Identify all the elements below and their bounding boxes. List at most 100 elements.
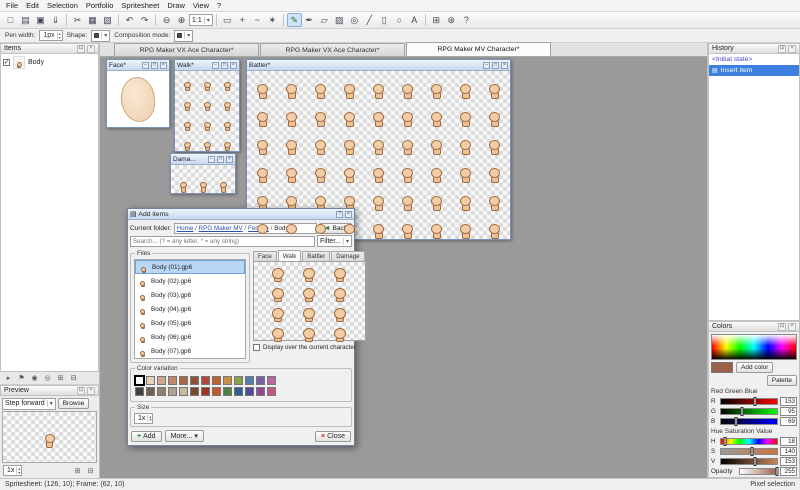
spinner-arrows-icon[interactable]: ▴▾: [16, 467, 20, 474]
history-float-icon[interactable]: ⊡: [778, 45, 786, 53]
menu-item-spritesheet[interactable]: Spritesheet: [117, 1, 163, 10]
close-icon[interactable]: ×: [501, 62, 508, 69]
maximize-icon[interactable]: □: [217, 156, 224, 163]
dialog-close-icon[interactable]: ×: [345, 211, 352, 218]
file-list-item[interactable]: Body (07).gp6: [135, 344, 245, 358]
grid-small-icon[interactable]: ⊞: [55, 373, 66, 384]
colors-close-icon[interactable]: ×: [788, 323, 796, 331]
copy-icon[interactable]: ▦: [85, 13, 100, 27]
checkbox-icon[interactable]: ✓: [3, 59, 10, 66]
menu-item-selection[interactable]: Selection: [43, 1, 82, 10]
zoom-select[interactable]: 1:1▾: [189, 14, 213, 26]
color-variation-swatch[interactable]: [201, 376, 210, 385]
shape-select[interactable]: ▾: [91, 30, 110, 42]
text-icon[interactable]: A: [407, 13, 422, 27]
color-variation-swatch[interactable]: [256, 376, 265, 385]
select-rect-icon[interactable]: ▭: [220, 13, 235, 27]
cut-icon[interactable]: ✂: [70, 13, 85, 27]
export-icon[interactable]: ⇓: [48, 13, 63, 27]
color-variation-swatch[interactable]: [267, 376, 276, 385]
grid-icon[interactable]: ⊞: [429, 13, 444, 27]
preview-tab-walk[interactable]: Walk: [278, 250, 302, 261]
filter-select[interactable]: Filter...▾: [317, 235, 352, 247]
preview-tab-face[interactable]: Face: [253, 251, 277, 261]
slider-handle[interactable]: [753, 397, 756, 406]
pencil-icon[interactable]: ✎: [287, 13, 302, 27]
color-variation-swatch[interactable]: [223, 387, 232, 396]
breadcrumb-segment-0[interactable]: Home: [177, 225, 194, 232]
menu-item-edit[interactable]: Edit: [22, 1, 43, 10]
preview-fit-icon[interactable]: ⊟: [85, 465, 96, 476]
items-list-item[interactable]: ✓Body: [1, 54, 98, 71]
more-button[interactable]: More...▾: [165, 430, 204, 442]
add-button[interactable]: +Add: [131, 431, 162, 442]
damage-spritesheet[interactable]: [171, 165, 235, 193]
undo-icon[interactable]: ↶: [122, 13, 137, 27]
color-variation-swatch[interactable]: [157, 376, 166, 385]
color-variation-swatch[interactable]: [179, 376, 188, 385]
slider-track-o[interactable]: [739, 468, 778, 475]
color-variation-swatch[interactable]: [234, 387, 243, 396]
current-color-swatch[interactable]: [711, 362, 733, 373]
close-icon[interactable]: ×: [226, 156, 233, 163]
color-variation-swatch[interactable]: [201, 387, 210, 396]
slider-handle[interactable]: [735, 417, 738, 426]
file-list-item[interactable]: Body (02).gp6: [135, 274, 245, 288]
size-spinner[interactable]: 1x ▴▾: [134, 413, 153, 424]
lasso-icon[interactable]: ~: [250, 13, 265, 27]
file-list-item[interactable]: Body (05).gp6: [135, 316, 245, 330]
help-icon[interactable]: ?: [459, 13, 474, 27]
items-float-icon[interactable]: ⊡: [77, 45, 85, 53]
eraser-icon[interactable]: ▱: [317, 13, 332, 27]
minimize-icon[interactable]: –: [212, 62, 219, 69]
color-variation-swatch[interactable]: [190, 387, 199, 396]
magic-wand-icon[interactable]: ✶: [265, 13, 280, 27]
spinner-arrows-icon[interactable]: ▴▾: [147, 415, 151, 422]
dialog-help-icon[interactable]: ?: [336, 211, 343, 218]
dialog-titlebar[interactable]: ▤ Add items ? ×: [128, 209, 354, 220]
menu-item-help[interactable]: ?: [213, 1, 225, 10]
preview-close-icon[interactable]: ×: [87, 387, 95, 395]
color-variation-swatch[interactable]: [146, 387, 155, 396]
breadcrumb-segment-1[interactable]: RPG Maker MV: [199, 225, 243, 232]
fill-icon[interactable]: ▨: [332, 13, 347, 27]
close-icon[interactable]: ×: [160, 62, 167, 69]
slider-track-s[interactable]: [720, 448, 778, 455]
slider-track-v[interactable]: [720, 458, 778, 465]
zoom-in-icon[interactable]: ⊕: [174, 13, 189, 27]
document-tab-0[interactable]: RPG Maker VX Ace Character*: [114, 43, 259, 56]
rectangle-icon[interactable]: ▯: [377, 13, 392, 27]
settings-icon[interactable]: ⊛: [444, 13, 459, 27]
file-list-item[interactable]: Body (03).gp6: [135, 288, 245, 302]
step-forward-select[interactable]: Step forward▾: [2, 398, 56, 410]
move-icon[interactable]: +: [235, 13, 250, 27]
color-variation-swatch[interactable]: [168, 376, 177, 385]
menu-item-draw[interactable]: Draw: [163, 1, 189, 10]
colors-float-icon[interactable]: ⊡: [778, 323, 786, 331]
slider-value-v[interactable]: 153: [780, 457, 797, 466]
color-variation-swatch[interactable]: [179, 387, 188, 396]
composition-mode-select[interactable]: ▾: [174, 30, 193, 42]
window-face-titlebar[interactable]: Face* – □ ×: [107, 60, 169, 71]
color-variation-swatch[interactable]: [234, 376, 243, 385]
slider-track-g[interactable]: [720, 408, 778, 415]
document-tab-1[interactable]: RPG Maker VX Ace Character*: [260, 43, 405, 56]
file-list-item[interactable]: Body (06).gp6: [135, 330, 245, 344]
color-variation-swatch[interactable]: [223, 376, 232, 385]
maximize-icon[interactable]: □: [492, 62, 499, 69]
color-variation-swatch[interactable]: [157, 387, 166, 396]
color-variation-swatch[interactable]: [267, 387, 276, 396]
target-icon[interactable]: ◎: [42, 373, 53, 384]
flag-icon[interactable]: ⚑: [16, 373, 27, 384]
add-color-button[interactable]: Add color: [736, 362, 773, 373]
slider-value-h[interactable]: 18: [780, 437, 797, 446]
slider-value-r[interactable]: 153: [780, 397, 797, 406]
color-variation-swatch[interactable]: [135, 387, 144, 396]
history-item-1[interactable]: ▤Insert item: [709, 65, 799, 76]
slider-handle[interactable]: [723, 437, 726, 446]
color-variation-swatch[interactable]: [146, 376, 155, 385]
open-file-icon[interactable]: ▤: [18, 13, 33, 27]
grid-large-icon[interactable]: ⊟: [68, 373, 79, 384]
browse-button[interactable]: Browse: [58, 398, 90, 409]
color-variation-swatch[interactable]: [212, 376, 221, 385]
